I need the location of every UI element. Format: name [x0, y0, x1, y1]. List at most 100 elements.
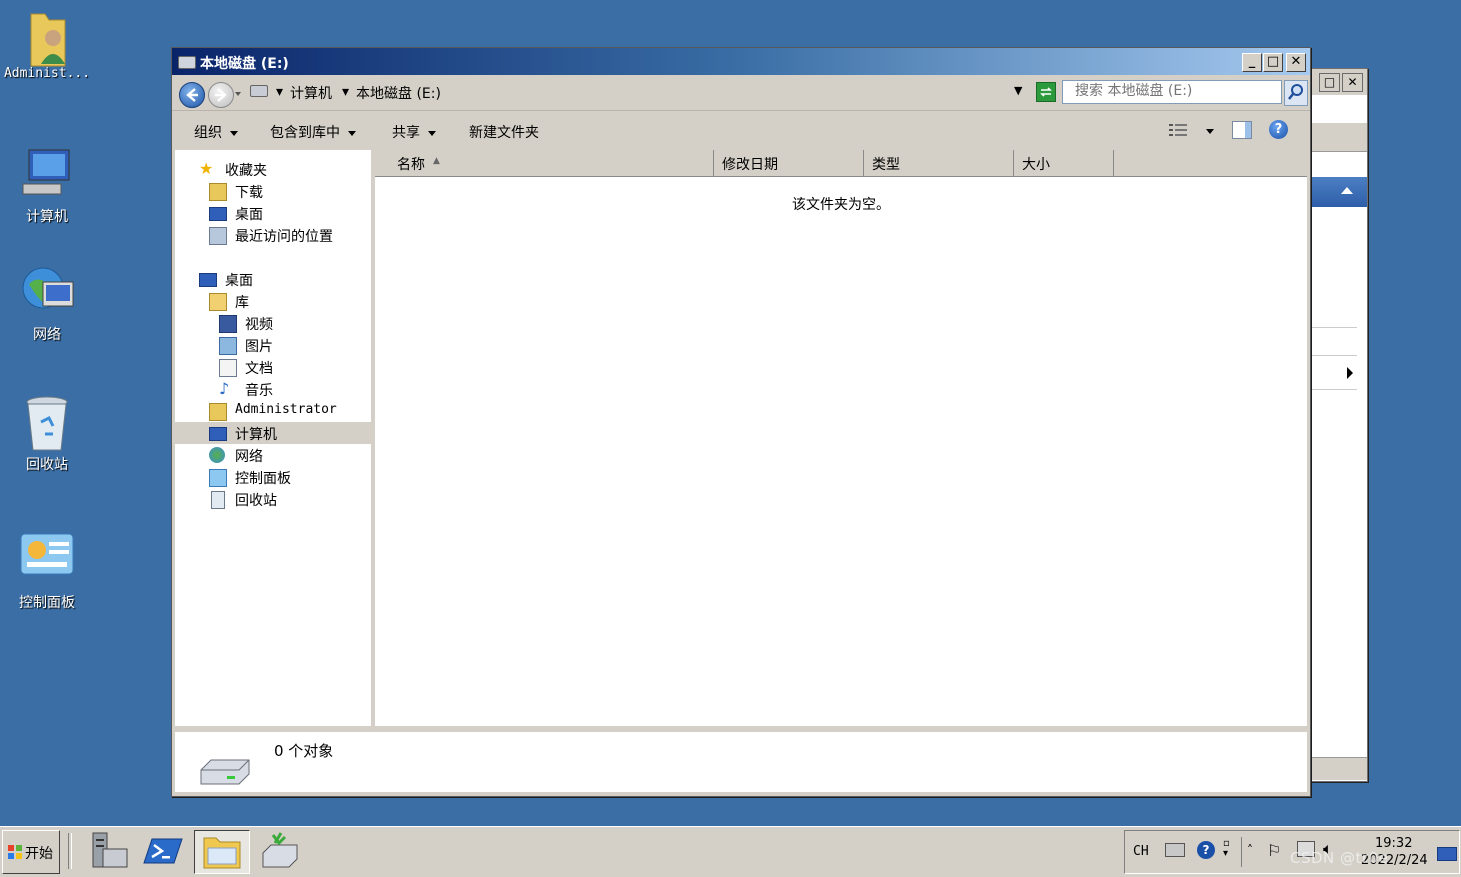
nav-item-label: Administrator	[235, 402, 337, 417]
search-icon	[1288, 84, 1303, 100]
desktop-icon-recycle-bin[interactable]: 回收站	[2, 394, 92, 474]
nav-item-music[interactable]: ♪ 音乐	[175, 378, 371, 400]
download-folder-icon	[209, 183, 227, 201]
folder-icon	[203, 837, 241, 869]
column-header-label: 类型	[872, 157, 900, 173]
collapse-icon[interactable]	[1341, 187, 1353, 194]
file-list[interactable]: 名称 ▲ 修改日期 类型 大小 该文件夹为空。	[375, 150, 1307, 726]
start-button[interactable]: 开始	[2, 830, 60, 874]
nav-item-documents[interactable]: 文档	[175, 356, 371, 378]
back-button[interactable]	[179, 82, 205, 108]
keyboard-icon[interactable]	[1165, 843, 1185, 857]
back-arrow-icon	[186, 88, 198, 102]
nav-item-favorites[interactable]: ★ 收藏夹	[175, 158, 371, 180]
show-desktop-icon[interactable]	[1437, 847, 1457, 861]
nav-item-label: 视频	[245, 317, 273, 333]
library-icon	[209, 293, 227, 311]
recent-pages-dropdown-icon[interactable]	[235, 92, 241, 96]
breadcrumb-item-drive[interactable]: 本地磁盘 (E:)	[356, 83, 441, 103]
window-title: 本地磁盘 (E:)	[200, 56, 289, 72]
taskbar-server-manager[interactable]	[80, 830, 134, 872]
action-center-flag-icon[interactable]: ⚐	[1267, 841, 1281, 860]
drive-large-icon	[197, 756, 253, 790]
start-label: 开始	[25, 846, 53, 862]
column-header-modified[interactable]: 修改日期	[714, 150, 864, 177]
user-folder-icon	[209, 403, 227, 421]
share-button[interactable]: 共享	[392, 122, 436, 142]
nav-item-label: 回收站	[235, 493, 277, 509]
nav-item-computer[interactable]: 计算机	[175, 422, 371, 444]
network-icon	[19, 264, 75, 320]
new-folder-button[interactable]: 新建文件夹	[469, 122, 539, 142]
close-button[interactable]: ✕	[1286, 53, 1306, 72]
taskbar-powershell[interactable]	[137, 830, 191, 872]
search-button[interactable]	[1284, 80, 1308, 106]
control-panel-icon	[19, 532, 75, 588]
preview-pane-button[interactable]	[1232, 121, 1252, 139]
view-dropdown-icon[interactable]	[1206, 129, 1214, 134]
desktop-icon-label: 控制面板	[19, 595, 75, 611]
expand-arrow-icon[interactable]	[1347, 367, 1353, 379]
computer-icon	[19, 146, 75, 202]
desktop-icon-network[interactable]: 网络	[2, 264, 92, 344]
desktop-icon-computer[interactable]: 计算机	[2, 146, 92, 226]
breadcrumb-item-computer[interactable]: 计算机	[290, 83, 332, 103]
nav-item-desktop-root[interactable]: 桌面	[175, 268, 371, 290]
explorer-window[interactable]: 本地磁盘 (E:) _ □ ✕ ▾ 计算机 ▾ 本地磁盘 (E:) ▼ 搜索 本…	[171, 47, 1311, 797]
nav-item-control-panel[interactable]: 控制面板	[175, 466, 371, 488]
include-in-library-label: 包含到库中	[270, 125, 340, 141]
background-maximize-button[interactable]: □	[1319, 73, 1340, 92]
desktop-icon-control-panel[interactable]: 控制面板	[2, 532, 92, 612]
breadcrumb[interactable]: ▾ 计算机 ▾ 本地磁盘 (E:) ▼	[246, 79, 1030, 103]
help-button[interactable]: ?	[1269, 120, 1288, 139]
computer-icon	[209, 427, 227, 441]
view-options-button[interactable]	[1168, 123, 1188, 143]
search-box[interactable]	[1062, 80, 1282, 104]
forward-button[interactable]	[208, 82, 234, 108]
desktop-icon-label: 计算机	[26, 209, 68, 225]
options-icon[interactable]: ▫ ▾	[1223, 839, 1230, 859]
minimize-button[interactable]: _	[1242, 53, 1262, 72]
include-in-library-button[interactable]: 包含到库中	[270, 122, 356, 142]
nav-item-desktop[interactable]: 桌面	[175, 202, 371, 224]
details-pane: 0 个对象	[175, 732, 1307, 792]
video-icon	[219, 315, 237, 333]
nav-item-libraries[interactable]: 库	[175, 290, 371, 312]
show-hidden-icons-icon[interactable]: ˄	[1247, 843, 1253, 857]
address-dropdown-icon[interactable]: ▼	[1014, 84, 1022, 97]
breadcrumb-separator-icon[interactable]: ▾	[342, 84, 349, 100]
search-input[interactable]	[1063, 81, 1281, 101]
details-view-icon	[1169, 124, 1187, 136]
organize-button[interactable]: 组织	[194, 122, 238, 142]
maximize-button[interactable]: □	[1263, 53, 1283, 72]
new-folder-label: 新建文件夹	[469, 125, 539, 141]
nav-item-recycle-bin[interactable]: 回收站	[175, 488, 371, 510]
help-tray-icon[interactable]: ?	[1197, 841, 1215, 859]
refresh-button[interactable]	[1036, 82, 1056, 102]
navigation-pane[interactable]: ★ 收藏夹 下载 桌面 最近访问的位置 桌面 库 视频 图片 文档 ♪ 音乐 A…	[175, 150, 371, 726]
desktop-icon-administrator[interactable]: Administ...	[2, 6, 92, 81]
column-header-type[interactable]: 类型	[864, 150, 1014, 177]
breadcrumb-separator-icon[interactable]: ▾	[276, 84, 283, 100]
nav-item-videos[interactable]: 视频	[175, 312, 371, 334]
server-manager-icon	[92, 832, 128, 868]
drive-icon	[250, 85, 268, 97]
nav-item-pictures[interactable]: 图片	[175, 334, 371, 356]
language-indicator[interactable]: CH	[1133, 844, 1149, 859]
nav-item-recent-places[interactable]: 最近访问的位置	[175, 224, 371, 246]
star-icon: ★	[199, 159, 214, 178]
background-close-button[interactable]: ✕	[1342, 73, 1363, 92]
column-header-name[interactable]: 名称 ▲	[375, 150, 714, 177]
organize-label: 组织	[194, 125, 222, 141]
desktop-icon	[199, 273, 217, 287]
user-folder-icon	[19, 6, 75, 67]
column-header-size[interactable]: 大小	[1014, 150, 1114, 177]
taskbar-explorer[interactable]	[194, 830, 250, 874]
taskbar-disk-tool[interactable]	[252, 830, 306, 872]
nav-item-downloads[interactable]: 下载	[175, 180, 371, 202]
window-titlebar[interactable]: 本地磁盘 (E:) _ □ ✕	[172, 48, 1310, 75]
nav-item-administrator[interactable]: Administrator	[175, 400, 371, 422]
nav-item-network[interactable]: 网络	[175, 444, 371, 466]
recycle-bin-icon	[211, 491, 225, 509]
nav-item-label: 最近访问的位置	[235, 229, 333, 245]
